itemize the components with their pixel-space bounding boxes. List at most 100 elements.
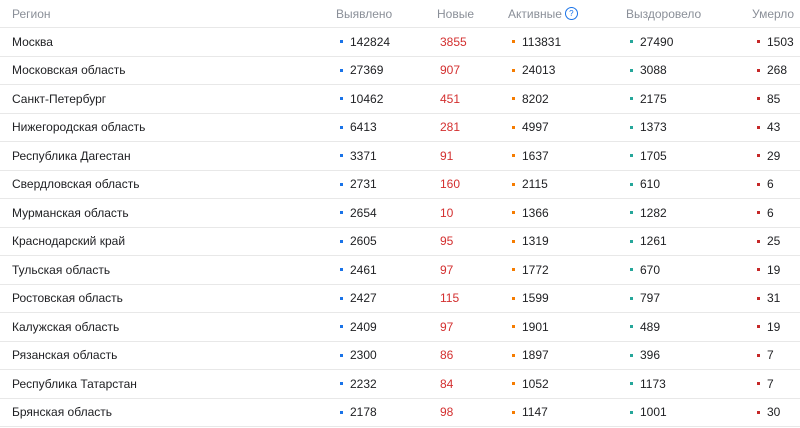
deaths-marker-icon: [757, 239, 760, 243]
recovered-marker-icon: [630, 154, 633, 158]
table-row[interactable]: Санкт-Петербург 10462 451 8202 2175 85: [0, 85, 800, 114]
active-marker-icon: [512, 239, 515, 243]
found-value: 142824: [350, 34, 391, 49]
active-value: 113831: [522, 34, 562, 49]
active-marker-icon: [512, 353, 515, 357]
recovered-value: 489: [640, 319, 661, 334]
table-row[interactable]: Калужская область 2409 97 1901 489 19: [0, 313, 800, 342]
cell-found: 142824: [340, 28, 390, 56]
cell-found: 2300: [340, 342, 377, 370]
region-name: Краснодарский край: [12, 234, 126, 249]
recovered-marker-icon: [630, 182, 633, 186]
new-value: 86: [440, 348, 454, 363]
deaths-marker-icon: [757, 154, 760, 158]
found-marker-icon: [340, 125, 343, 129]
table-row[interactable]: Москва 142824 3855 113831 27490 1503: [0, 28, 800, 57]
table-row[interactable]: Московская область 27369 907 24013 3088 268: [0, 57, 800, 85]
active-value: 1901: [522, 319, 549, 334]
column-header-new[interactable]: Новые: [437, 0, 474, 27]
region-name: Рязанская область: [12, 348, 118, 363]
cell-new: 95: [440, 228, 453, 256]
table-row[interactable]: Республика Татарстан 2232 84 1052 1173 7: [0, 370, 800, 399]
cell-active: 1897: [512, 342, 549, 370]
new-value: 97: [440, 262, 454, 277]
table-row[interactable]: Нижегородская область 6413 281 4997 1373 43: [0, 114, 800, 142]
table-row[interactable]: Брянская область 2178 98 1147 1001 30: [0, 399, 800, 427]
cell-recovered: 1001: [630, 399, 667, 427]
regions-table: Регион Выявлено Новые Активные ? Выздоро…: [0, 0, 800, 427]
found-marker-icon: [340, 410, 343, 414]
cell-active: 113831: [512, 28, 561, 56]
found-value: 2461: [350, 262, 377, 277]
column-header-active[interactable]: Активные ?: [508, 0, 578, 27]
table-row[interactable]: Мурманская область 2654 10 1366 1282 6: [0, 199, 800, 228]
cell-active: 2115: [512, 171, 548, 199]
table-row[interactable]: Тульская область 2461 97 1772 670 19: [0, 256, 800, 285]
found-value: 2605: [350, 234, 377, 249]
table-row[interactable]: Ростовская область 2427 115 1599 797 31: [0, 285, 800, 313]
cell-deaths: 31: [757, 285, 780, 313]
table-header: Регион Выявлено Новые Активные ? Выздоро…: [0, 0, 800, 28]
deaths-marker-icon: [757, 268, 760, 272]
new-value: 98: [440, 405, 454, 420]
recovered-value: 610: [640, 177, 661, 192]
active-marker-icon: [512, 296, 515, 300]
column-header-found[interactable]: Выявлено: [336, 0, 392, 27]
found-value: 6413: [350, 120, 377, 135]
help-icon[interactable]: ?: [564, 7, 578, 20]
region-name: Калужская область: [12, 319, 120, 334]
cell-found: 2178: [340, 399, 377, 427]
cell-deaths: 7: [757, 342, 774, 370]
recovered-marker-icon: [630, 97, 633, 101]
cell-deaths: 6: [757, 199, 774, 227]
cell-new: 84: [440, 370, 453, 398]
deaths-value: 1503: [767, 34, 794, 49]
region-name: Тульская область: [12, 262, 111, 277]
recovered-value: 1173: [640, 376, 666, 391]
cell-deaths: 1503: [757, 28, 794, 56]
active-value: 2115: [522, 177, 548, 192]
cell-new: 86: [440, 342, 453, 370]
cell-recovered: 797: [630, 285, 660, 313]
cell-found: 2731: [340, 171, 377, 199]
deaths-marker-icon: [757, 211, 760, 215]
cell-recovered: 1282: [630, 199, 667, 227]
table-row[interactable]: Свердловская область 2731 160 2115 610 6: [0, 171, 800, 199]
deaths-value: 30: [767, 405, 781, 420]
recovered-marker-icon: [630, 40, 633, 44]
cell-recovered: 489: [630, 313, 660, 341]
cell-new: 97: [440, 256, 453, 284]
active-value: 24013: [522, 63, 556, 78]
column-header-deaths[interactable]: Умерло: [752, 0, 794, 27]
active-value: 1772: [522, 262, 549, 277]
found-marker-icon: [340, 182, 343, 186]
active-marker-icon: [512, 68, 515, 72]
cell-new: 91: [440, 142, 453, 170]
column-header-region[interactable]: Регион: [12, 0, 51, 27]
column-header-recovered[interactable]: Выздоровело: [626, 0, 701, 27]
recovered-value: 1261: [640, 234, 667, 249]
found-marker-icon: [340, 382, 343, 386]
cell-found: 2409: [340, 313, 377, 341]
cell-recovered: 670: [630, 256, 660, 284]
recovered-marker-icon: [630, 382, 633, 386]
cell-recovered: 610: [630, 171, 660, 199]
found-marker-icon: [340, 268, 343, 272]
table-row[interactable]: Краснодарский край 2605 95 1319 1261 25: [0, 228, 800, 256]
cell-new: 10: [440, 199, 453, 227]
table-row[interactable]: Республика Дагестан 3371 91 1637 1705 29: [0, 142, 800, 171]
region-name: Санкт-Петербург: [12, 91, 107, 106]
column-header-active-label: Активные: [508, 6, 562, 21]
recovered-value: 1001: [640, 405, 667, 420]
found-value: 2427: [350, 291, 377, 306]
recovered-value: 27490: [640, 34, 674, 49]
found-marker-icon: [340, 154, 343, 158]
active-marker-icon: [512, 410, 515, 414]
cell-deaths: 85: [757, 85, 780, 113]
recovered-marker-icon: [630, 68, 633, 72]
cell-deaths: 19: [757, 256, 780, 284]
cell-new: 907: [440, 57, 460, 85]
table-row[interactable]: Рязанская область 2300 86 1897 396 7: [0, 342, 800, 370]
region-name: Ростовская область: [12, 291, 123, 306]
new-value: 907: [440, 63, 461, 78]
